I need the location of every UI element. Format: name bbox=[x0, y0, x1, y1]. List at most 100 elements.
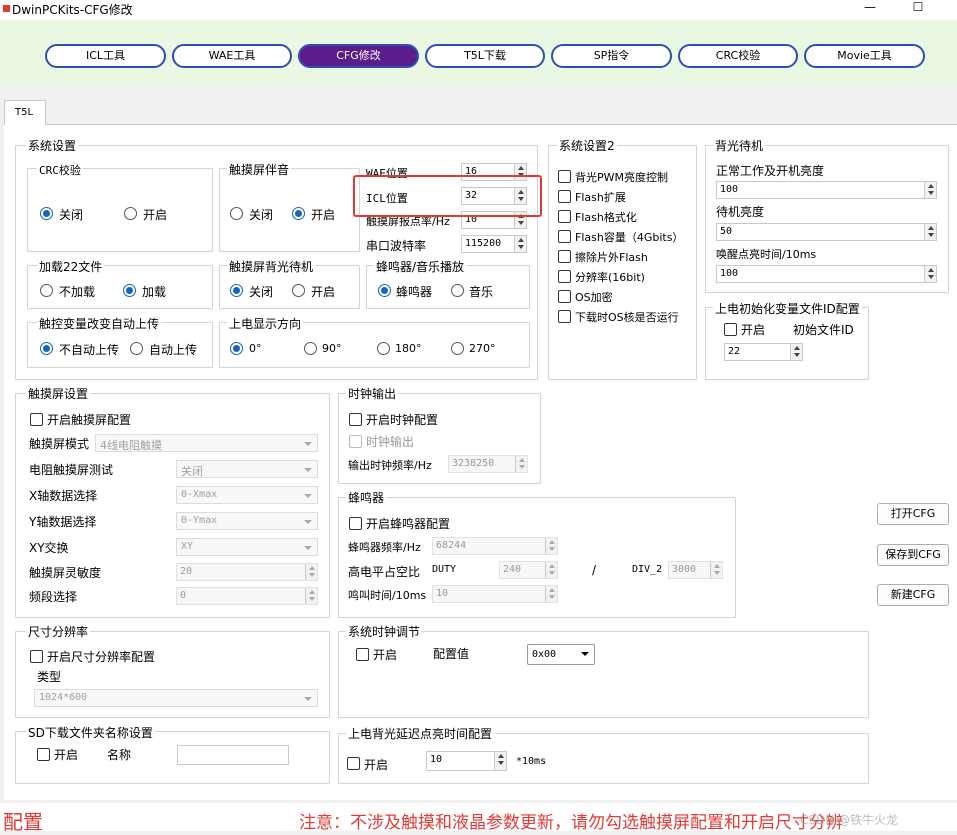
resolution-config-checkbox[interactable] bbox=[30, 650, 43, 663]
touch-config-checkbox[interactable] bbox=[30, 413, 43, 426]
clock-config-checkbox[interactable] bbox=[349, 413, 362, 426]
init-file-id-spinbox[interactable]: 22 bbox=[724, 343, 803, 361]
list-item[interactable]: Flash容量（4Gbits） bbox=[558, 229, 695, 249]
t5l-download-button[interactable]: T5L下载 bbox=[425, 44, 545, 68]
spin-arrows-icon[interactable] bbox=[545, 562, 557, 578]
spin-arrows-icon[interactable] bbox=[710, 562, 722, 578]
sensitivity-spinbox[interactable]: 20 bbox=[176, 563, 318, 581]
spin-arrows-icon[interactable] bbox=[545, 538, 557, 554]
resist-test-select[interactable]: 关闭 bbox=[176, 460, 318, 478]
wae-tool-button[interactable]: WAE工具 bbox=[172, 44, 292, 68]
checkbox[interactable] bbox=[558, 190, 571, 203]
sd-folder-title: SD下载文件夹名称设置 bbox=[26, 724, 155, 741]
spin-arrows-icon[interactable] bbox=[305, 588, 317, 604]
checkbox[interactable] bbox=[558, 170, 571, 183]
clock-output-checkbox[interactable] bbox=[349, 435, 362, 448]
spin-arrows-icon[interactable] bbox=[494, 752, 506, 770]
sp-command-button[interactable]: SP指令 bbox=[551, 44, 672, 68]
spin-arrows-icon[interactable] bbox=[545, 586, 557, 602]
standby-brightness-value: 50 bbox=[720, 226, 733, 237]
touch-config-label: 开启触摸屏配置 bbox=[47, 413, 132, 427]
checkbox[interactable] bbox=[558, 270, 571, 283]
div-spinbox[interactable]: 3000 bbox=[668, 561, 723, 579]
sys-clock-select[interactable]: 0x00 bbox=[527, 644, 595, 665]
spin-arrows-icon[interactable] bbox=[514, 236, 526, 252]
open-cfg-button[interactable]: 打开CFG bbox=[877, 503, 949, 525]
spin-arrows-icon[interactable] bbox=[515, 456, 527, 472]
spin-arrows-icon[interactable] bbox=[924, 224, 936, 240]
checkbox[interactable] bbox=[558, 210, 571, 223]
backlight-delay-spinbox[interactable]: 10 bbox=[426, 751, 507, 771]
icl-tool-button[interactable]: ICL工具 bbox=[45, 44, 166, 68]
band-spinbox[interactable]: 0 bbox=[176, 587, 318, 605]
crc-on-radio[interactable] bbox=[124, 207, 137, 220]
auto-upload-radio[interactable] bbox=[130, 342, 143, 355]
touch-backlight-on-radio[interactable] bbox=[292, 284, 305, 297]
touch-mode-select[interactable]: 4线电阻触摸 bbox=[95, 434, 318, 452]
duty-spinbox[interactable]: 240 bbox=[499, 561, 558, 579]
list-item[interactable]: 分辨率(16bit) bbox=[558, 269, 695, 289]
standby-brightness-spinbox[interactable]: 50 bbox=[716, 223, 937, 241]
orientation-90-radio[interactable] bbox=[304, 342, 317, 355]
buzzer-config-checkbox[interactable] bbox=[349, 517, 362, 530]
normal-brightness-value: 100 bbox=[720, 184, 739, 195]
cfg-edit-button[interactable]: CFG修改 bbox=[298, 44, 419, 68]
init-var-file-checkbox[interactable] bbox=[724, 323, 737, 336]
touch-sound-on-radio[interactable] bbox=[292, 207, 305, 220]
orientation-180-radio[interactable] bbox=[377, 342, 390, 355]
checkbox[interactable] bbox=[558, 230, 571, 243]
clock-output-label: 时钟输出 bbox=[366, 435, 415, 449]
list-item[interactable]: 下载时OS核是否运行 bbox=[558, 309, 695, 329]
wake-time-spinbox[interactable]: 100 bbox=[716, 265, 937, 283]
resolution-type-select[interactable]: 1024*600 bbox=[34, 689, 318, 707]
checkbox[interactable] bbox=[558, 310, 571, 323]
touch-backlight-on-label: 开启 bbox=[311, 285, 336, 299]
touch-backlight-off-radio[interactable] bbox=[230, 284, 243, 297]
list-item[interactable]: 擦除片外Flash bbox=[558, 249, 695, 269]
crc-off-radio[interactable] bbox=[40, 207, 53, 220]
list-item[interactable]: Flash扩展 bbox=[558, 189, 695, 209]
checkbox[interactable] bbox=[558, 290, 571, 303]
orientation-0-radio[interactable] bbox=[230, 342, 243, 355]
beep-time-spinbox[interactable]: 10 bbox=[432, 585, 558, 603]
touch-sound-off-radio[interactable] bbox=[230, 207, 243, 220]
list-item[interactable]: OS加密 bbox=[558, 289, 695, 309]
movie-tool-button[interactable]: Movie工具 bbox=[804, 44, 925, 68]
no-auto-upload-radio[interactable] bbox=[40, 342, 53, 355]
xy-swap-select[interactable]: XY bbox=[176, 538, 318, 556]
orientation-title: 上电显示方向 bbox=[227, 315, 304, 332]
load22-no-radio[interactable] bbox=[40, 284, 53, 297]
checkbox[interactable] bbox=[558, 250, 571, 263]
spin-arrows-icon[interactable] bbox=[790, 344, 802, 360]
tab-t5l[interactable]: T5L bbox=[4, 100, 46, 125]
div-key: DIV_2 bbox=[632, 564, 663, 575]
orientation-270-radio[interactable] bbox=[451, 342, 464, 355]
load22-yes-radio[interactable] bbox=[123, 284, 136, 297]
clock-freq-spinbox[interactable]: 3238250 bbox=[448, 455, 528, 473]
orientation-90-label: 90° bbox=[322, 342, 342, 355]
clock-freq-label: 输出时钟频率/Hz bbox=[348, 459, 432, 472]
spin-arrows-icon[interactable] bbox=[924, 182, 936, 198]
sd-folder-checkbox[interactable] bbox=[37, 748, 50, 761]
normal-brightness-spinbox[interactable]: 100 bbox=[716, 181, 937, 199]
spin-arrows-icon[interactable] bbox=[305, 564, 317, 580]
sd-folder-name-input[interactable] bbox=[177, 745, 289, 765]
baud-rate-spinbox[interactable]: 115200 bbox=[461, 235, 527, 253]
spin-arrows-icon[interactable] bbox=[924, 266, 936, 282]
list-item[interactable]: Flash格式化 bbox=[558, 209, 695, 229]
resist-test-label: 电阻触摸屏测试 bbox=[29, 463, 114, 477]
buzzer-freq-spinbox[interactable]: 68244 bbox=[432, 537, 558, 555]
backlight-delay-checkbox[interactable] bbox=[347, 757, 360, 770]
y-axis-select[interactable]: 0-Ymax bbox=[176, 512, 318, 530]
list-item[interactable]: 背光PWM亮度控制 bbox=[558, 169, 695, 189]
x-axis-select[interactable]: 0-Xmax bbox=[176, 486, 318, 504]
music-radio[interactable] bbox=[451, 284, 464, 297]
crc-check-button[interactable]: CRC校验 bbox=[678, 44, 798, 68]
save-cfg-button[interactable]: 保存到CFG bbox=[877, 544, 949, 566]
sys-clock-checkbox[interactable] bbox=[356, 648, 369, 661]
new-cfg-button[interactable]: 新建CFG bbox=[877, 584, 949, 606]
touch-backlight-title: 触摸屏背光待机 bbox=[227, 258, 316, 275]
buzzer-radio[interactable] bbox=[378, 284, 391, 297]
minimize-icon[interactable]: — bbox=[850, 0, 890, 20]
maximize-icon[interactable]: ☐ bbox=[898, 0, 938, 20]
